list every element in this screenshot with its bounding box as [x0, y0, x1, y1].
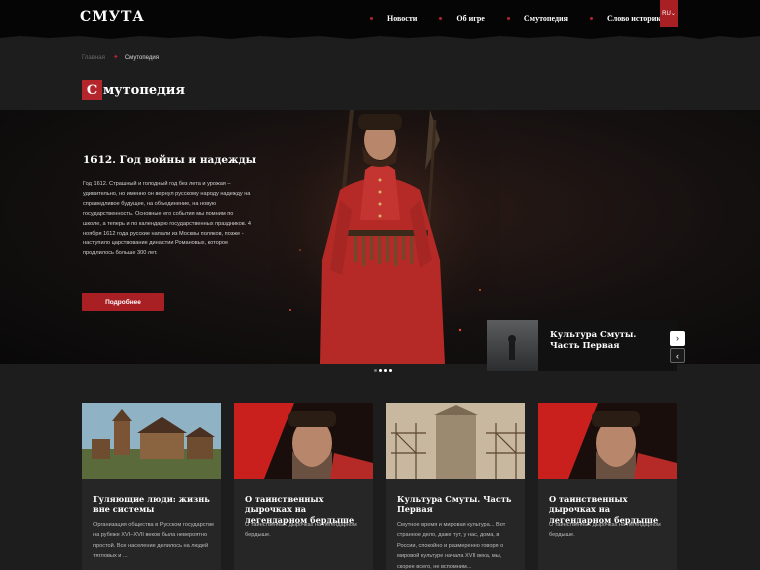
card-excerpt: О таинственных дырочках на легендарном б…	[245, 522, 357, 539]
nav-item-news[interactable]: Новости	[370, 14, 417, 23]
card-image	[386, 403, 525, 479]
nav-label: Об игре	[456, 13, 485, 23]
nav-item-about[interactable]: Об игре	[439, 13, 485, 23]
preview-thumbnail	[487, 320, 538, 371]
slider-dot[interactable]	[374, 369, 377, 372]
slider-next-arrow-icon[interactable]: ›	[670, 331, 685, 346]
card-excerpt: Смутное время и мировая культура... Вот …	[397, 522, 506, 570]
nav-item-smutopedia[interactable]: Смутопедия	[506, 13, 568, 23]
strelets-portrait-image	[538, 403, 677, 479]
tower-construction-image	[386, 403, 525, 479]
language-label: RU	[662, 10, 671, 17]
main-nav: Новости Об игре Смутопедия Слово историк…	[370, 0, 670, 36]
bullet-icon	[370, 16, 373, 20]
card-excerpt: О таинственных дырочках на легендарном б…	[549, 522, 661, 539]
slider-dot-active[interactable]	[379, 369, 382, 372]
site-header: СМУТА Новости Об игре Смутопедия Слово и…	[0, 0, 760, 36]
strelets-warrior-image	[270, 110, 500, 364]
card-excerpt: Организация общества в Русском государст…	[93, 522, 215, 560]
nav-label: Смутопедия	[523, 13, 568, 23]
nav-item-historians[interactable]: Слово историкам	[589, 14, 670, 23]
breadcrumb-current: Смутопедия	[124, 55, 159, 61]
article-card[interactable]: Культура Смуты. Часть Первая Смутное вре…	[386, 403, 525, 570]
slider-next-preview[interactable]: Культура Смуты. Часть Первая	[487, 320, 677, 371]
preview-title: Культура Смуты. Часть Первая	[550, 330, 637, 351]
language-selector[interactable]: RU ⌄	[660, 0, 678, 27]
page-title: С мутопедия	[82, 80, 185, 100]
page-title-initial: С	[82, 80, 102, 100]
strelets-portrait-image	[234, 403, 373, 479]
more-button[interactable]: Подробнее	[82, 293, 164, 311]
breadcrumb: Главная ✦ Смутопедия	[82, 54, 159, 61]
article-card[interactable]: Гуляющие люди: жизнь вне системы Организ…	[82, 403, 221, 570]
slider-prev-arrow-icon[interactable]: ‹	[670, 348, 685, 363]
slider-dot[interactable]	[384, 369, 387, 372]
site-logo[interactable]: СМУТА	[80, 9, 145, 25]
bullet-icon	[439, 16, 443, 20]
hero-description: Год 1612. Страшный и голодный год без ле…	[83, 181, 251, 257]
slider-dot[interactable]	[389, 369, 392, 372]
page-title-text: мутопедия	[103, 82, 186, 98]
card-image	[82, 403, 221, 479]
header-torn-edge	[0, 34, 760, 39]
hero-title: 1612. Год войны и надежды	[83, 154, 257, 166]
breadcrumb-separator-icon: ✦	[112, 54, 119, 61]
card-title: Культура Смуты. Часть Первая	[397, 494, 512, 515]
card-image	[234, 403, 373, 479]
card-image	[538, 403, 677, 479]
slider-pagination	[374, 369, 392, 372]
article-card[interactable]: О таинственных дырочках на легендарном б…	[538, 403, 677, 570]
breadcrumb-home-link[interactable]: Главная	[82, 55, 105, 61]
card-title: Гуляющие люди: жизнь вне системы	[93, 494, 210, 515]
bullet-icon	[506, 16, 510, 20]
bullet-icon	[589, 16, 593, 20]
figure-silhouette-icon	[508, 335, 516, 360]
article-card[interactable]: О таинственных дырочках на легендарном б…	[234, 403, 373, 570]
nav-label: Новости	[387, 13, 418, 23]
wooden-town-image	[82, 403, 221, 479]
